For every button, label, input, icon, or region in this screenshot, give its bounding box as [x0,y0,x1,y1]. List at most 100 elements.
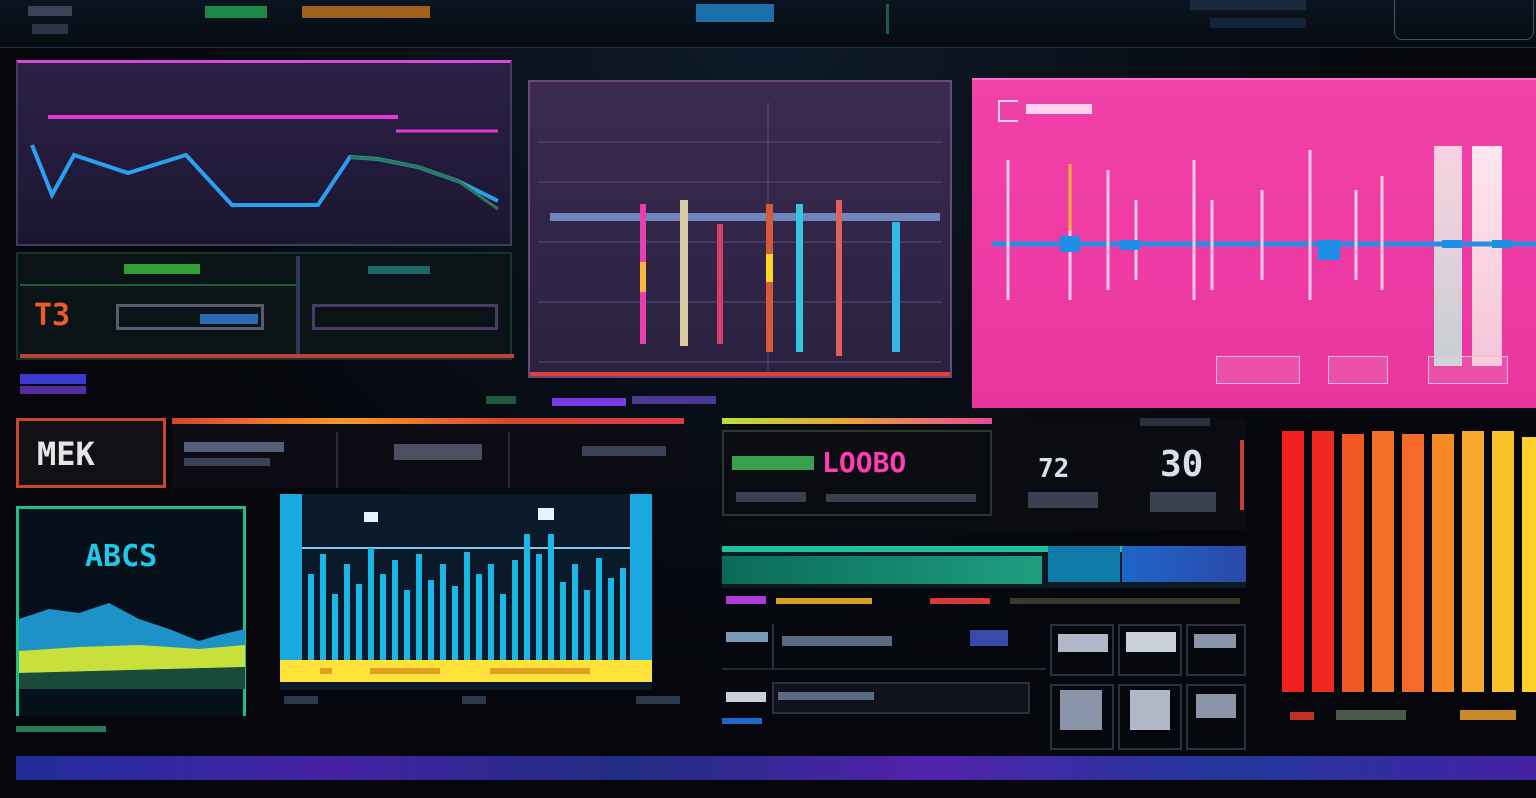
value-box [312,304,498,330]
status-orange-block [302,6,430,18]
status-value-left: T3 [34,298,71,333]
axis-label [1460,710,1516,720]
orange-bar [1312,431,1334,692]
info-row [172,418,684,488]
divider [336,432,338,488]
progress-segment[interactable] [1048,546,1120,582]
orange-bar-chart [1282,431,1536,692]
search-box[interactable] [1394,0,1534,40]
tag [930,598,990,604]
orange-bar-panel [1278,426,1536,696]
tile-value [1126,632,1176,652]
readout-top-rule [722,418,992,424]
orange-bar [1402,434,1424,692]
status-strip-panel: T3 [16,252,514,360]
menu-placeholder[interactable] [32,24,68,34]
status-green-block [205,6,267,18]
bottom-status-bar [16,756,1536,780]
progress-strip [722,546,1246,588]
info-row-text [184,442,284,452]
tag [632,396,716,404]
info-row-text [394,444,482,460]
readout-panel: LOOBO 72 30 [722,418,1246,530]
abcs-area-chart [19,603,245,689]
orange-bar [1372,431,1394,692]
center-bar-panel [528,80,952,378]
orange-bar [1492,431,1514,692]
tag [552,398,626,406]
center-bar-chart [538,102,942,370]
tag [20,386,86,394]
tile-value [1060,690,1102,730]
readout-sub [1150,492,1216,512]
orange-bar [1342,434,1364,692]
mek-label: MEK [37,435,95,473]
toolbar-item[interactable] [1210,18,1306,28]
waveform-button-2[interactable] [1328,356,1388,384]
axis-label [462,696,486,704]
abcs-panel: ABCS [16,506,246,716]
toolbar-stack [886,4,946,34]
status-tab-label [124,264,200,274]
tab-active[interactable] [696,4,774,22]
readout-value-a: 72 [1038,454,1070,484]
readout-main-value: LOOBO [822,446,907,479]
divider [772,624,774,668]
menu-placeholder[interactable] [28,6,72,16]
waveform-panel [972,78,1536,408]
divider [1240,440,1244,510]
tag [726,596,766,604]
info-row-text [582,446,666,456]
progress-fill [722,556,1042,584]
tag [1010,598,1240,604]
readout-sub [736,492,806,502]
toolbar-item[interactable] [1190,0,1306,10]
orange-bar [1282,431,1304,692]
footer [0,780,1536,798]
tile-grid [1050,624,1246,752]
progress-segment[interactable] [1122,546,1246,582]
readout-sub [826,494,976,502]
center-panel-bottom-rule [530,372,950,376]
cyan-bar-panel [280,494,652,690]
orange-bar [1462,431,1484,692]
waveform-button-3[interactable] [1428,356,1508,384]
tag [486,396,516,404]
readout-sub [1028,492,1098,508]
readout-label [732,456,814,470]
rule [16,726,106,732]
waveform-button-1[interactable] [1216,356,1300,384]
axis-label [1290,712,1314,720]
tile-value [1130,690,1170,730]
orange-bar [1522,437,1536,692]
tile-value [1194,634,1236,648]
divider [296,256,300,358]
list-row[interactable] [722,624,1046,670]
tile[interactable] [1186,624,1246,676]
tag [20,374,86,384]
line-chart [30,115,499,211]
divider [508,432,510,488]
strip-bottom-rule [20,354,514,358]
tile-value [1058,634,1108,652]
orange-bar [1432,434,1454,692]
list-row-text [778,692,874,700]
cyan-bar-chart [280,494,652,682]
info-row-text [184,458,270,466]
tag [776,598,872,604]
status-tab-label [368,266,430,274]
readout-value-b: 30 [1160,444,1204,485]
list-row-badge [970,630,1008,646]
list-row-text [782,636,892,646]
tile-value [1196,694,1236,718]
list-row[interactable] [722,682,1046,724]
line-chart-panel [16,60,512,246]
top-bar [0,0,1536,48]
abcs-title: ABCS [85,539,158,574]
list-row-label [726,692,766,702]
value-box-fill [200,314,258,324]
axis-label [284,696,318,704]
readout-sub [1140,418,1210,426]
mek-panel: MEK [16,418,166,488]
axis-label [636,696,680,704]
